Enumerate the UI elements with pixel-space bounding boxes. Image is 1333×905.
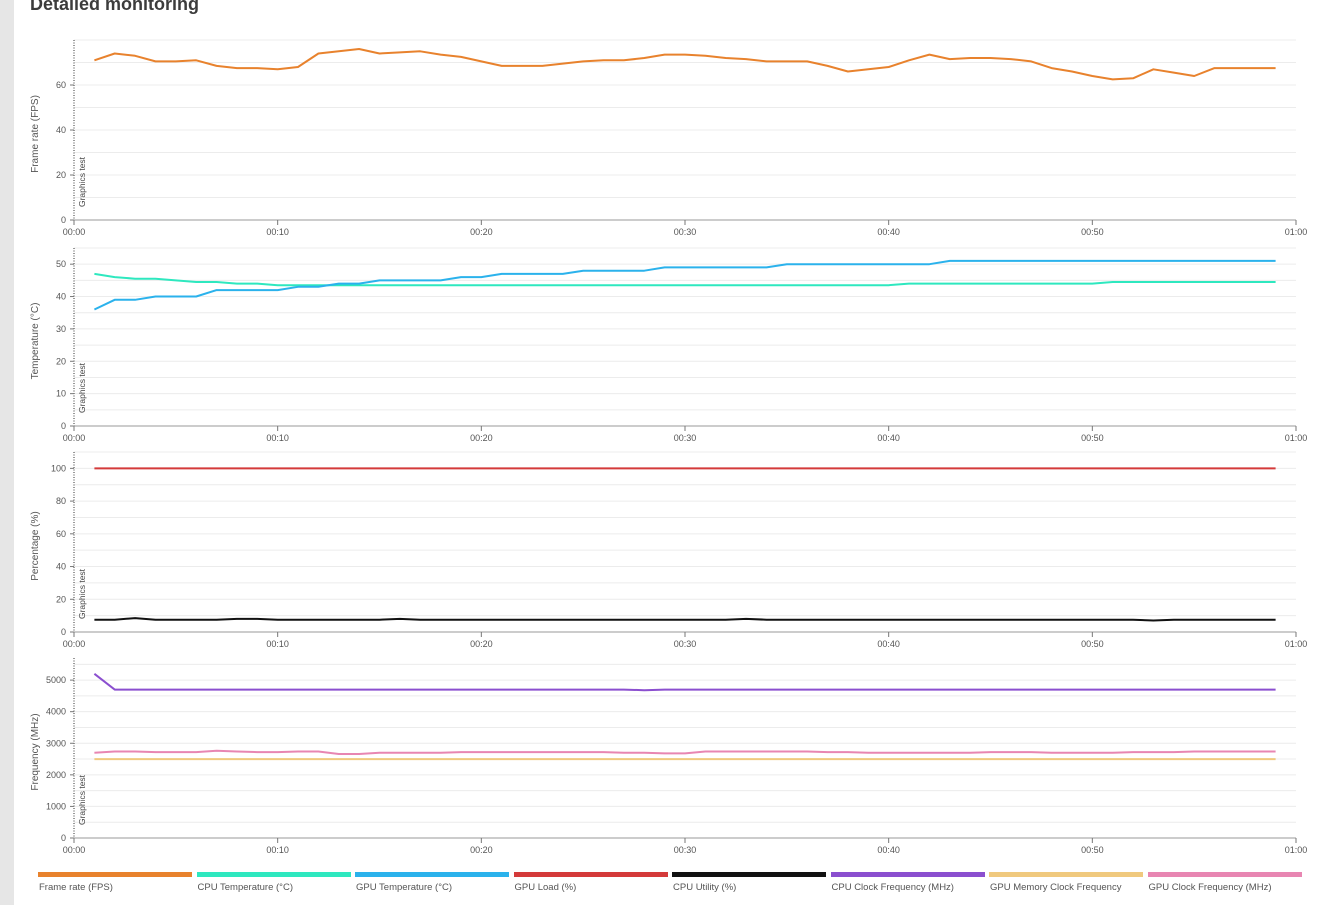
legend-swatch [196,872,351,877]
legend-label: GPU Clock Frequency (MHz) [1148,882,1272,893]
y-tick-label: 0 [61,627,66,637]
chart-legend: Frame rate (FPS) CPU Temperature (°C) GPU … [38,872,1308,902]
x-tick-label: 00:10 [266,639,289,649]
x-tick-label: 00:50 [1081,433,1104,443]
chart-1: 0 20 40 60 00:00 00:10 00:20 00:30 00:40 00:50 01:… [30,39,1308,237]
x-tick-label: 00:20 [470,845,493,855]
monitoring-charts: 0 20 40 60 00:00 00:10 00:20 00:30 00:40 00:50 01:… [30,39,1308,855]
x-tick-label: 00:40 [877,845,900,855]
x-tick-label: 00:50 [1081,227,1104,237]
chart-3: 0 20 40 60 80 100 00:00 00:10 00:20 00:30 00:40 00:… [30,451,1308,649]
x-tick-label: 01:00 [1285,845,1308,855]
legend-swatch [38,872,192,877]
series-line-cpu-temperature-c [94,272,1276,287]
y-tick-label: 0 [61,215,66,225]
y-tick-label: 60 [56,529,66,539]
y-tick-label: 80 [56,496,66,506]
graphics-test-marker: Graphics test [77,156,87,207]
legend-item[interactable]: GPU Clock Frequency (MHz) [1147,872,1302,902]
x-tick-label: 00:00 [63,433,86,443]
legend-swatch [989,872,1143,877]
legend-item[interactable]: GPU Load (%) [513,872,668,902]
legend-swatch [513,872,668,877]
legend-item[interactable]: GPU Memory Clock Frequency [989,872,1143,902]
y-tick-label: 20 [56,594,66,604]
y-tick-label: 5000 [46,675,66,685]
y-axis-label: Frame rate (FPS) [30,95,41,173]
legend-item[interactable]: CPU Utility (%) [672,872,826,902]
y-tick-label: 0 [61,833,66,843]
x-tick-label: 00:00 [63,227,86,237]
y-tick-label: 2000 [46,770,66,780]
legend-swatch [355,872,509,877]
x-tick-label: 00:40 [877,227,900,237]
y-axis-label: Percentage (%) [30,511,41,580]
x-tick-label: 00:10 [266,433,289,443]
x-tick-label: 00:20 [470,639,493,649]
x-tick-label: 00:20 [470,227,493,237]
legend-swatch [830,872,985,877]
x-tick-label: 00:10 [266,227,289,237]
graphics-test-marker: Graphics test [77,774,87,825]
legend-label: CPU Clock Frequency (MHz) [831,882,954,893]
y-axis-label: Frequency (MHz) [30,713,41,790]
y-axis-label: Temperature (°C) [30,303,41,380]
x-tick-label: 01:00 [1285,227,1308,237]
legend-item[interactable]: CPU Clock Frequency (MHz) [830,872,985,902]
legend-label: CPU Temperature (°C) [197,882,293,893]
x-tick-label: 01:00 [1285,433,1308,443]
graphics-test-marker: Graphics test [77,362,87,413]
graphics-test-marker: Graphics test [77,568,87,619]
chart-2: 0 10 20 30 40 50 00:00 00:10 00:20 00:30 00:40 00:5… [30,247,1308,443]
y-tick-label: 40 [56,292,66,302]
x-tick-label: 00:00 [63,845,86,855]
x-tick-label: 00:50 [1081,845,1104,855]
series-line-cpu-clock-frequency-mhz [93,673,1276,692]
x-tick-label: 00:30 [674,845,697,855]
y-tick-label: 0 [61,421,66,431]
y-tick-label: 20 [56,356,66,366]
y-tick-label: 60 [56,80,66,90]
legend-label: Frame rate (FPS) [39,882,113,893]
legend-item[interactable]: CPU Temperature (°C) [196,872,351,902]
y-tick-label: 4000 [46,707,66,717]
chart-4: 0 1000 2000 3000 4000 5000 00:00 00:10 00:20 00:3… [30,658,1307,855]
y-tick-label: 3000 [46,738,66,748]
y-tick-label: 40 [56,562,66,572]
series-line-cpu-utility [94,617,1276,622]
y-tick-label: 1000 [46,801,66,811]
x-tick-label: 00:00 [63,639,86,649]
x-tick-label: 00:20 [470,433,493,443]
x-tick-label: 00:30 [674,227,697,237]
legend-label: GPU Temperature (°C) [356,882,453,893]
y-tick-label: 20 [56,170,66,180]
legend-swatch [1147,872,1302,877]
legend-item[interactable]: GPU Temperature (°C) [355,872,509,902]
series-line-frame-rate-fps [94,48,1276,81]
legend-label: GPU Load (%) [514,882,577,893]
x-tick-label: 01:00 [1285,639,1308,649]
y-tick-label: 100 [51,463,66,473]
x-tick-label: 00:30 [674,639,697,649]
x-tick-label: 00:30 [674,433,697,443]
x-tick-label: 00:40 [877,433,900,443]
y-tick-label: 50 [56,259,66,269]
series-line-gpu-clock-frequency-mhz [94,749,1276,755]
legend-swatch [672,872,826,877]
legend-item[interactable]: Frame rate (FPS) [38,872,192,902]
x-tick-label: 00:40 [877,639,900,649]
y-tick-label: 10 [56,389,66,399]
y-tick-label: 40 [56,125,66,135]
legend-label: CPU Utility (%) [673,882,737,893]
legend-label: GPU Memory Clock Frequency [990,882,1122,893]
y-tick-label: 30 [56,324,66,334]
x-tick-label: 00:10 [266,845,289,855]
x-tick-label: 00:50 [1081,639,1104,649]
